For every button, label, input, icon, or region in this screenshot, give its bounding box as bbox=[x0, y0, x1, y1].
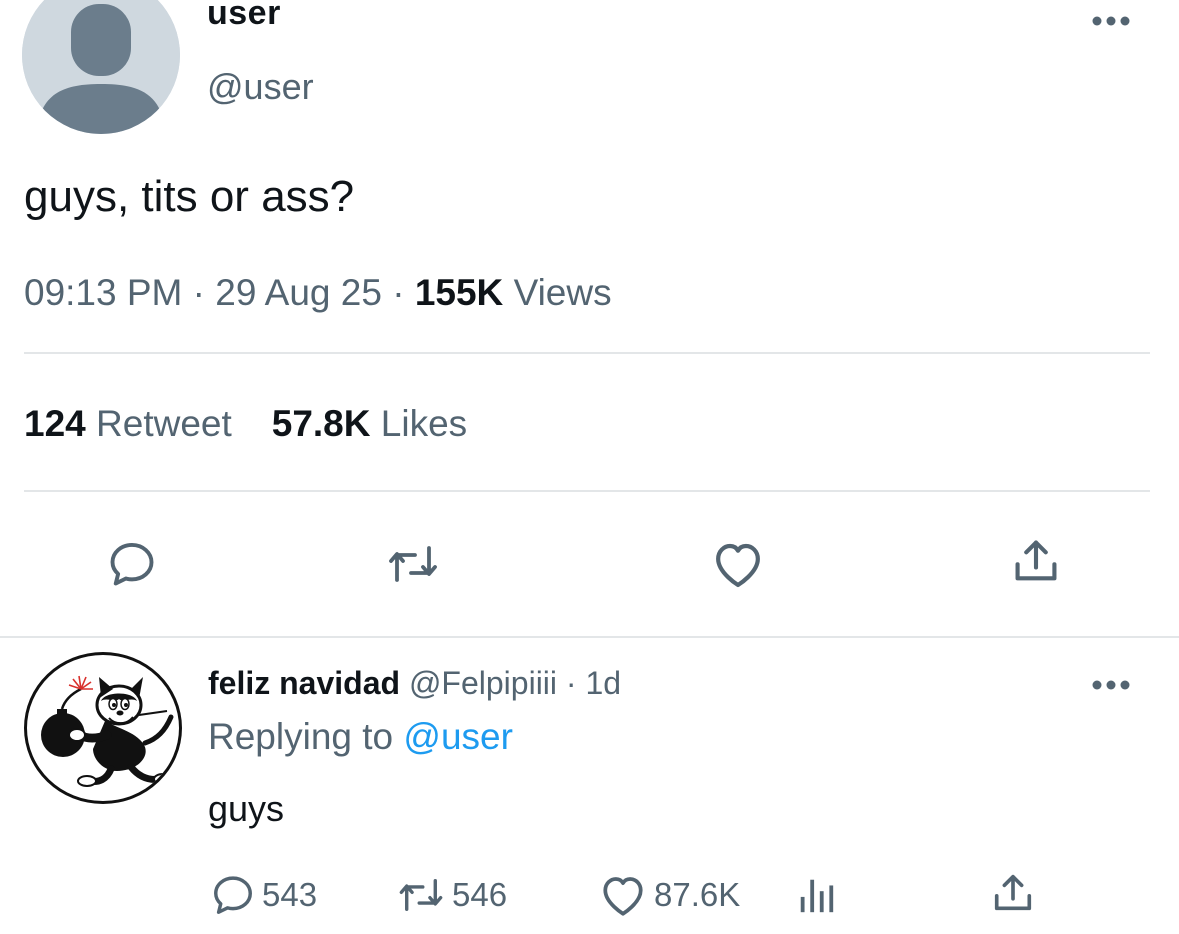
author-handle[interactable]: @user bbox=[207, 66, 314, 108]
default-avatar-icon bbox=[22, 0, 180, 134]
heart-icon bbox=[716, 543, 760, 588]
more-dots-icon bbox=[1092, 16, 1130, 26]
cartoon-cat-avatar-icon bbox=[41, 675, 174, 787]
meta-separator: · bbox=[392, 272, 415, 313]
reply-retweet-count: 546 bbox=[452, 876, 508, 913]
author-avatar[interactable] bbox=[22, 0, 180, 134]
likes-label: Likes bbox=[380, 403, 468, 444]
share-button[interactable] bbox=[1010, 535, 1062, 587]
retweet-icon bbox=[399, 879, 443, 911]
retweet-button[interactable] bbox=[385, 538, 441, 590]
tweet-date[interactable]: 29 Aug 25 bbox=[215, 272, 382, 313]
tweet-meta: 09:13 PM · 29 Aug 25 · 155K Views bbox=[24, 272, 612, 314]
views-count: 155K bbox=[414, 272, 504, 313]
tweet-text: guys, tits or ass? bbox=[24, 172, 355, 221]
reply-handle[interactable]: @Felpipiiii bbox=[409, 665, 557, 701]
tweet-separator bbox=[0, 636, 1179, 638]
reply-comment-count: 543 bbox=[262, 876, 318, 913]
header-separator: · bbox=[557, 665, 586, 701]
retweets-count: 124 bbox=[24, 403, 86, 444]
retweet-icon bbox=[389, 546, 437, 582]
reply-age[interactable]: 1d bbox=[585, 665, 621, 701]
heart-icon bbox=[603, 877, 643, 916]
divider bbox=[24, 490, 1150, 492]
more-options-button[interactable] bbox=[1091, 14, 1131, 32]
reply-like-count: 87.6K bbox=[654, 876, 741, 913]
divider bbox=[24, 352, 1150, 354]
views-label: Views bbox=[513, 272, 612, 313]
reply-header: feliz navidad @Felpipiiii · 1d bbox=[208, 665, 621, 702]
comment-bubble-icon bbox=[214, 876, 252, 914]
like-button[interactable] bbox=[710, 538, 766, 590]
reply-views-button[interactable] bbox=[796, 874, 842, 916]
reply-comment-button[interactable]: 543 bbox=[210, 872, 317, 918]
reply-like-button[interactable]: 87.6K bbox=[598, 872, 740, 918]
likes-count: 57.8K bbox=[271, 403, 371, 444]
retweets-stat[interactable]: 124 Retweet bbox=[24, 403, 232, 444]
meta-separator: · bbox=[192, 272, 216, 313]
reply-button[interactable] bbox=[106, 538, 158, 590]
reply-author-avatar[interactable] bbox=[24, 652, 182, 804]
replying-label: Replying to bbox=[208, 716, 394, 757]
reply-text: guys bbox=[208, 788, 285, 829]
retweets-label: Retweet bbox=[96, 403, 232, 444]
comment-bubble-icon bbox=[110, 542, 154, 586]
author-display-name[interactable]: user bbox=[207, 0, 281, 33]
more-dots-icon bbox=[1092, 680, 1130, 690]
likes-stat[interactable]: 57.8K Likes bbox=[272, 403, 467, 444]
reply-more-options-button[interactable] bbox=[1091, 678, 1131, 696]
replying-to-line: Replying to @user bbox=[208, 716, 513, 758]
reply-display-name[interactable]: feliz navidad bbox=[208, 665, 400, 701]
share-icon bbox=[994, 874, 1032, 911]
tweet-stats: 124 Retweet 57.8K Likes bbox=[24, 403, 467, 445]
replying-to-mention[interactable]: @user bbox=[403, 716, 513, 757]
share-icon bbox=[1015, 540, 1057, 581]
reply-retweet-button[interactable]: 546 bbox=[396, 872, 507, 918]
reply-share-button[interactable] bbox=[990, 870, 1042, 916]
tweet-time[interactable]: 09:13 PM bbox=[24, 272, 182, 313]
bar-chart-icon bbox=[800, 879, 834, 913]
